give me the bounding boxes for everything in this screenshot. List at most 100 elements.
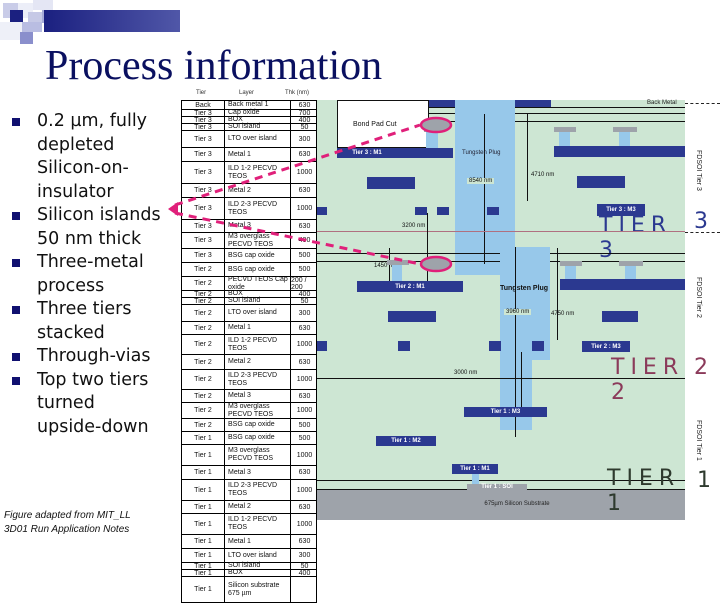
side-label-tier2: FDSOI Tier 2 (695, 277, 702, 318)
cell-thk: 630 (298, 503, 311, 511)
cell-tier: Tier 1 (182, 549, 225, 562)
tier2-m2 (560, 279, 685, 290)
header-thickness: Thk (nm) (285, 90, 309, 96)
slide-title: Process information (45, 43, 383, 89)
cell-layer: Back metal 1 (225, 101, 291, 109)
table-row: Tier 1 Silicon substrate 675 µm (181, 577, 317, 603)
bullet-square-icon (12, 212, 20, 220)
cell-thk: 300 (298, 135, 311, 143)
table-row: Tier 2 Metal 3 630 (181, 390, 317, 403)
cell-tier: Tier 3 (182, 148, 225, 161)
layer-table: Back Back metal 1 630 Tier 3 Cap oxide 700 Tie… (181, 100, 317, 603)
cell-thk: 400 (298, 569, 311, 577)
dim-arrow (527, 114, 528, 201)
dashed-marker (685, 103, 720, 104)
cell-thk: 630 (298, 538, 311, 545)
cell-thk: 1000 (296, 486, 313, 494)
header-tier: Tier (196, 90, 207, 96)
header-deco-square (20, 32, 33, 44)
tier1-label: TIER 1 (607, 466, 681, 516)
table-row: Tier 2 Metal 2 630 (181, 355, 317, 370)
table-row: Tier 3 ILD 2-3 PECVD TEOS 1000 (181, 198, 317, 220)
cell-layer: LTO over island (225, 131, 291, 147)
metal-block (577, 176, 625, 188)
cell-layer: Metal 1 (225, 535, 291, 548)
cell-thk: 700 (298, 109, 311, 117)
cell-tier: Tier 1 (182, 445, 225, 465)
table-row: Tier 3 ILD 1-2 PECVD TEOS 1000 (181, 162, 317, 184)
header-deco-square (0, 22, 22, 40)
table-row: Tier 1 ILD 1-2 PECVD TEOS 1000 (181, 514, 317, 535)
tier3-m1-label: Tier 3 : M1 (352, 150, 382, 156)
metal-block (437, 207, 449, 215)
cell-thk: 1000 (296, 451, 313, 459)
via-plug (426, 132, 438, 149)
cell-tier: Tier 2 (182, 403, 225, 418)
cell-layer: M3 overglass PECVD TEOS (225, 403, 291, 418)
cell-layer: SOI island (225, 123, 291, 130)
metal-block (487, 207, 499, 215)
cell-tier: Tier 1 (182, 501, 225, 513)
cell-thk: 630 (298, 324, 311, 332)
cell-tier: Tier 2 (182, 305, 225, 321)
via-plug (619, 132, 630, 146)
table-row: Tier 3 LTO over island 300 (181, 131, 317, 148)
table-row: Tier 1 ILD 2-3 PECVD TEOS 1000 (181, 480, 317, 501)
table-row: Tier 3 Metal 2 630 (181, 184, 317, 198)
via-plug (559, 132, 570, 146)
via-plug (472, 474, 479, 484)
cell-tier: Tier 2 (182, 355, 225, 369)
side-label-tier1: FDSOI Tier 1 (695, 420, 702, 461)
cell-tier: Tier 3 (182, 110, 225, 117)
cell-tier: Tier 2 (182, 298, 225, 305)
cell-tier: Tier 2 (182, 263, 225, 276)
tungsten-plug-label: Tungsten Plug (500, 285, 549, 292)
metal-block (317, 207, 327, 215)
back-metal-label: Back Metal (647, 100, 677, 106)
table-row: Tier 1 Metal 3 630 (181, 466, 317, 480)
cell-layer: Silicon substrate 675 µm (225, 577, 291, 602)
cell-layer: BSG cap oxide (225, 263, 291, 276)
table-row: Tier 3 SOI island 50 (181, 123, 317, 131)
table-row: Tier 2 ILD 1-2 PECVD TEOS 1000 (181, 335, 317, 355)
cell-thk: 630 (298, 469, 311, 476)
table-row: Tier 3 Metal 3 630 (181, 220, 317, 233)
cell-layer: Metal 2 (225, 355, 291, 369)
cell-tier: Tier 3 (182, 184, 225, 197)
cell-thk: 1000 (296, 407, 313, 414)
cell-tier: Tier 3 (182, 131, 225, 147)
metal-block (602, 311, 638, 322)
dim-label: 4710 nm (531, 172, 555, 178)
cell-thk: 1000 (296, 341, 313, 348)
cell-layer: ILD 1-2 PECVD TEOS (225, 514, 291, 534)
tier3-number: 3 (694, 209, 708, 234)
bullet-item: Top two tiers turned upside-down (12, 369, 162, 440)
cell-layer: ILD 1-2 PECVD TEOS (225, 335, 291, 354)
table-row: Tier 1 Metal 2 630 (181, 501, 317, 514)
tier2-m3-label: Tier 2 : M3 (591, 343, 621, 350)
dim-label: 3200 nm (402, 223, 426, 229)
bullet-square-icon (12, 306, 20, 314)
bullet-square-icon (12, 353, 20, 361)
cell-layer: BOX (225, 569, 291, 576)
table-row: Tier 3 Metal 1 630 (181, 148, 317, 162)
tier-boundary (317, 378, 685, 379)
cell-layer: Metal 2 (225, 501, 291, 513)
table-row: Tier 3 BSG cap oxide 500 (181, 249, 317, 263)
table-row: Tier 2 BSG cap oxide 500 (181, 419, 317, 432)
header-deco-square (22, 22, 42, 32)
cell-thk: 50 (300, 297, 309, 305)
cell-thk: 630 (298, 222, 311, 230)
dim-arrow (557, 248, 558, 340)
bullet-list: 0.2 µm, fully depleted Silicon-on-insula… (12, 110, 182, 439)
dim-arrow (521, 352, 522, 408)
cell-layer: BSG cap oxide (225, 249, 291, 262)
cell-tier: Tier 1 (182, 480, 225, 500)
cell-layer: BSG cap oxide (225, 432, 291, 444)
dim-arrow (427, 213, 428, 281)
tier3-label: TIER 3 (599, 213, 673, 263)
substrate-label: 675µm Silicon Substrate (484, 501, 550, 507)
cell-tier: Tier 2 (182, 390, 225, 402)
cell-tier: Back (182, 101, 225, 109)
cell-thk: 50 (300, 123, 309, 131)
